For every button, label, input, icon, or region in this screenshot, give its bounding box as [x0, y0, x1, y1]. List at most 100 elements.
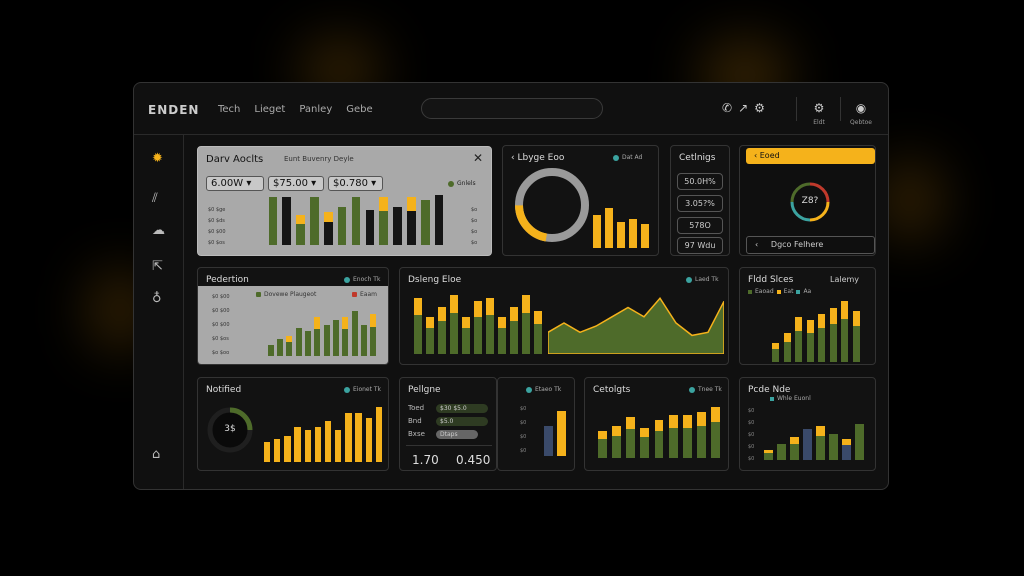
chart-bar: [626, 417, 635, 458]
chart-bar: [829, 434, 838, 460]
phone-icon[interactable]: ✆: [722, 101, 732, 115]
chart-bar: [498, 317, 506, 354]
chip-value: $75.00: [273, 178, 308, 189]
y-tick: $0 $os: [212, 336, 229, 342]
y-tick: $o: [471, 218, 478, 224]
chart-bar: [345, 413, 352, 462]
y-tick: $0: [748, 456, 755, 462]
close-icon[interactable]: ✕: [473, 151, 483, 165]
chart-bar: [462, 317, 470, 354]
chart-bar: [611, 426, 621, 458]
value-chip[interactable]: $75.00 ▾: [268, 176, 324, 191]
y-tick: $0 $00: [212, 322, 230, 328]
bar-highlight: [697, 412, 707, 426]
nav-item-lieget[interactable]: Lieget: [254, 104, 285, 115]
ambient-glow: [880, 160, 940, 240]
y-tick: $0 $00: [212, 308, 230, 314]
legend: Eionet Tk: [344, 386, 381, 393]
panel-title: Notified: [206, 385, 242, 395]
bar-highlight: [795, 317, 803, 331]
chart-bar: [365, 418, 372, 462]
bulb-icon[interactable]: ♁: [152, 291, 162, 306]
row-pill[interactable]: $30 $5.0: [436, 404, 488, 413]
chart-bar: [304, 430, 311, 462]
legend: Gnlels: [448, 180, 476, 187]
stat-chip[interactable]: 578O: [677, 217, 723, 234]
edit-label: Eldt: [813, 119, 825, 126]
chart-bar: [683, 415, 692, 458]
chart-bar: [370, 314, 377, 356]
area-series: [548, 296, 724, 354]
legend-label: Eat: [783, 288, 794, 295]
export-icon[interactable]: ⇱: [152, 259, 163, 274]
chart-bar: [829, 308, 837, 362]
legend-label: Etaeo Tk: [535, 386, 562, 393]
panel-title: Fldd Slces: [748, 275, 794, 285]
y-tick: $0 $00: [208, 229, 226, 235]
search-input[interactable]: [421, 98, 603, 119]
chart-bar: [305, 331, 311, 356]
chart-bar: [486, 298, 494, 354]
value-chip[interactable]: 6.00W ▾: [206, 176, 264, 191]
legend: Tnee Tk: [689, 386, 722, 393]
profile-button[interactable]: ◉ Qebtoe: [846, 97, 876, 126]
prediction-chart-area: $0 $00 $0 $00 $0 $00 $0 $os $o $oo Dovew…: [198, 286, 388, 364]
legend-label: Eaam: [360, 291, 377, 298]
row-pill[interactable]: Dtaps: [436, 430, 478, 439]
legend-label: Gnlels: [457, 180, 476, 187]
chart-bar: [361, 325, 367, 356]
settings-icon[interactable]: ⚙: [754, 101, 765, 115]
chart-bar: [351, 197, 361, 245]
legend-label: Laed Tk: [695, 276, 719, 283]
notified-panel: Notified Eionet Tk 3$: [197, 377, 389, 471]
chart-bar: [365, 210, 375, 245]
legend-label: Enoch Tk: [353, 276, 381, 283]
nav-item-gebe[interactable]: Gebe: [346, 104, 372, 115]
sun-icon[interactable]: ✹: [152, 151, 163, 166]
bar-highlight: [841, 301, 849, 319]
share-icon[interactable]: ↗: [738, 101, 748, 115]
legend-label: Dat Ad: [622, 154, 643, 161]
chevron-left-icon: ‹: [754, 151, 758, 160]
analytics-icon[interactable]: ⫽: [152, 191, 158, 206]
chart-bar: [426, 317, 434, 354]
metric-value: 0.450: [456, 453, 491, 467]
chart-bar: [375, 407, 383, 462]
prediction-panel: Pedertion Enoch Tk $0 $00 $0 $00 $0 $00 …: [197, 267, 389, 365]
chart-bar: [640, 428, 650, 458]
value-chip[interactable]: $0.780 ▾: [328, 176, 383, 191]
stat-chip[interactable]: 50.0H%: [677, 173, 723, 190]
bar-highlight: [474, 301, 482, 317]
chart-bar: [668, 415, 678, 458]
cloud-icon[interactable]: ☁: [152, 223, 165, 238]
nav-item-tech[interactable]: Tech: [218, 104, 240, 115]
y-tick: $0: [748, 408, 755, 414]
nav-item-panley[interactable]: Panley: [299, 104, 332, 115]
chart-bar: [282, 197, 292, 245]
row-pill[interactable]: $5.0: [436, 417, 488, 426]
panel-title: Dsleng Eloe: [408, 275, 462, 285]
stat-chip[interactable]: 97 Wdu: [677, 237, 723, 254]
edit-button[interactable]: ⚙ Eldt: [804, 97, 834, 126]
primary-button[interactable]: ‹ Eoed: [746, 148, 875, 164]
y-tick: $o $oo: [212, 350, 230, 356]
bar-highlight: [450, 295, 458, 313]
y-tick: $o: [471, 207, 478, 213]
mini-bar-chart: [542, 406, 568, 456]
profile-panel: Pellgne Toed $30 $5.0 Bnd $5.0 Bxse Dtap…: [399, 377, 497, 471]
home-icon[interactable]: ⌂: [152, 447, 160, 462]
bar-highlight: [498, 317, 506, 328]
footer-button[interactable]: ‹ Dgco Felhere: [746, 236, 875, 254]
panel-title: Cetolgts: [593, 385, 631, 395]
y-tick: $0: [520, 448, 527, 454]
y-tick: $0: [748, 432, 755, 438]
legend: Enoch Tk: [344, 276, 380, 283]
chart-bar: [286, 336, 293, 356]
y-tick: $0: [520, 434, 527, 440]
row-label: Bnd: [408, 417, 422, 425]
finance-panel: ‹ Eoed Z8? ‹ Dgco Felhere: [739, 145, 876, 256]
mini-panel: Etaeo Tk $0 $0 $0 $0: [497, 377, 575, 471]
row-label: Bxse: [408, 430, 425, 438]
stat-chip[interactable]: 3.05?%: [677, 195, 723, 212]
chart-bar: [355, 413, 362, 462]
